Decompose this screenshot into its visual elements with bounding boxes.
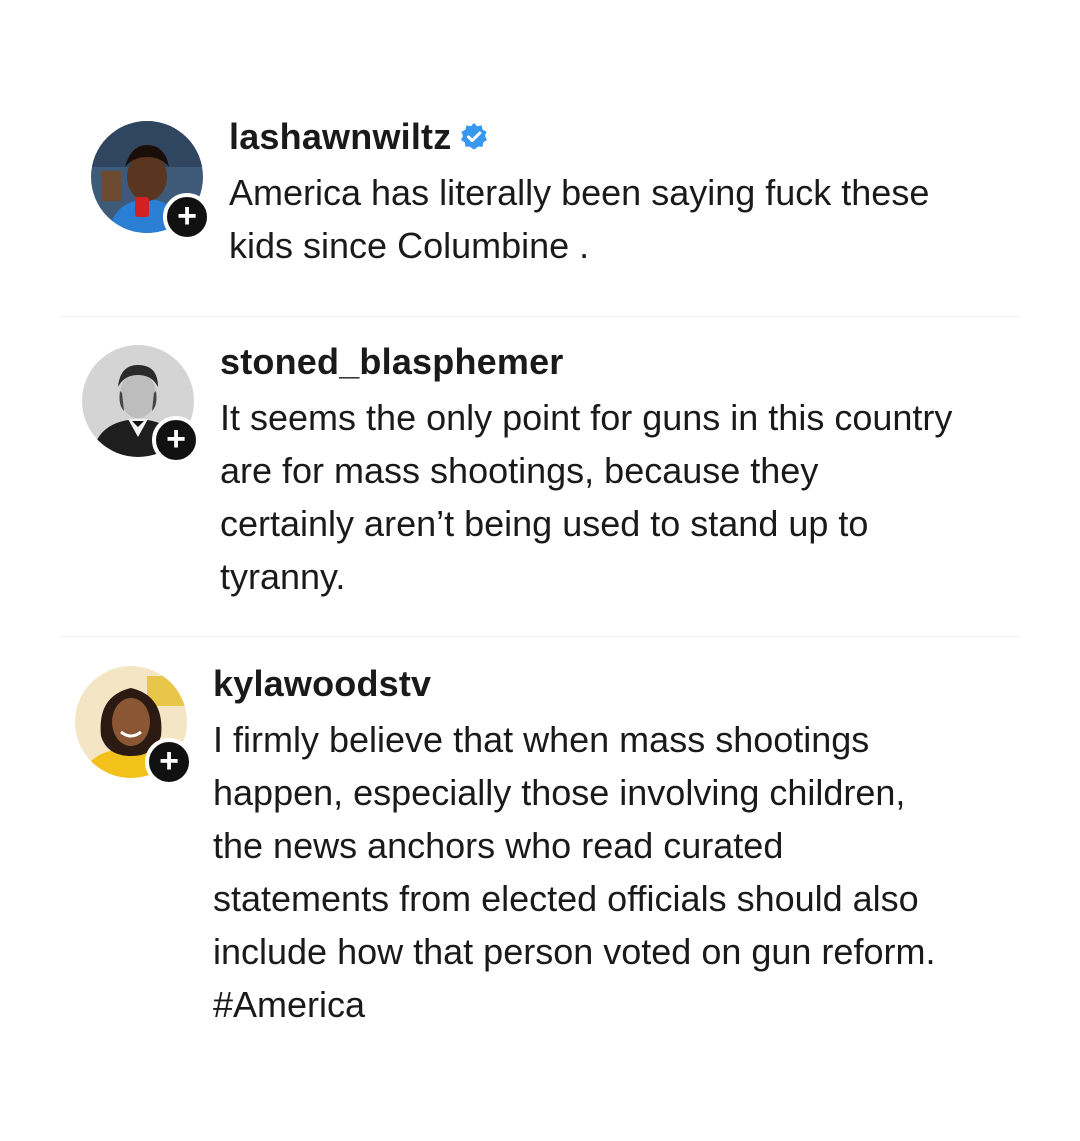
follow-plus-icon[interactable]: +: [145, 738, 193, 786]
avatar-wrap[interactable]: +: [75, 666, 193, 786]
avatar-wrap[interactable]: +: [82, 345, 200, 464]
username[interactable]: lashawnwiltz: [229, 116, 451, 158]
avatar-wrap[interactable]: +: [91, 121, 211, 241]
comment-text: It seems the only point for guns in this…: [220, 397, 953, 597]
follow-plus-icon[interactable]: +: [163, 193, 211, 241]
comment-content: stoned_blasphemer It seems the only poin…: [220, 341, 953, 603]
username[interactable]: stoned_blasphemer: [220, 341, 564, 383]
username-row: lashawnwiltz: [229, 116, 929, 158]
comment-content: lashawnwiltz America has literally been …: [229, 116, 930, 272]
verified-badge-icon: [459, 122, 489, 152]
comment-text: I firmly believe that when mass shooting…: [213, 719, 936, 1025]
divider: [60, 316, 1020, 317]
divider: [60, 636, 1020, 637]
comment-content: kylawoodstv I firmly believe that when m…: [213, 663, 936, 1031]
comment-text: America has literally been saying fuck t…: [229, 172, 930, 266]
follow-plus-icon[interactable]: +: [152, 416, 200, 464]
username[interactable]: kylawoodstv: [213, 663, 431, 705]
username-row: kylawoodstv: [213, 663, 935, 705]
username-row: stoned_blasphemer: [220, 341, 952, 383]
